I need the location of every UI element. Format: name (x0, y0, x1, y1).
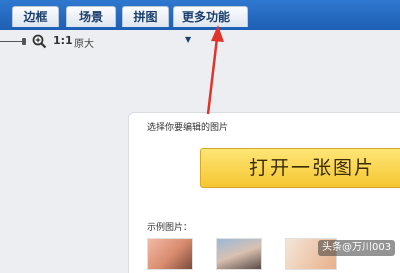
panel-prompt: 选择你要编辑的图片 (147, 123, 229, 133)
tab-scene[interactable]: 场景 (66, 6, 116, 27)
sample-image-thumbnail[interactable] (216, 238, 262, 270)
zoom-slider[interactable] (0, 38, 26, 45)
caret-down-icon: ▼ (185, 35, 192, 44)
sample-image-thumbnail[interactable] (147, 238, 193, 270)
open-image-button[interactable]: 打开一张图片 (200, 148, 400, 188)
tab-more-features[interactable]: 更多功能 ▼ (173, 6, 248, 44)
watermark: 头条@万川003 (318, 240, 396, 256)
sample-images-label: 示例图片： (147, 223, 193, 233)
tab-border[interactable]: 边框 (12, 6, 59, 27)
original-size-label[interactable]: 原大 (74, 35, 94, 50)
tab-more-label: 更多功能 (182, 10, 231, 24)
tab-collage[interactable]: 拼图 (122, 6, 169, 27)
top-toolbar: 边框 场景 拼图 更多功能 ▼ (0, 0, 400, 44)
zoom-ratio-button[interactable]: 1:1 (53, 34, 73, 47)
zoom-in-icon[interactable] (32, 34, 47, 49)
